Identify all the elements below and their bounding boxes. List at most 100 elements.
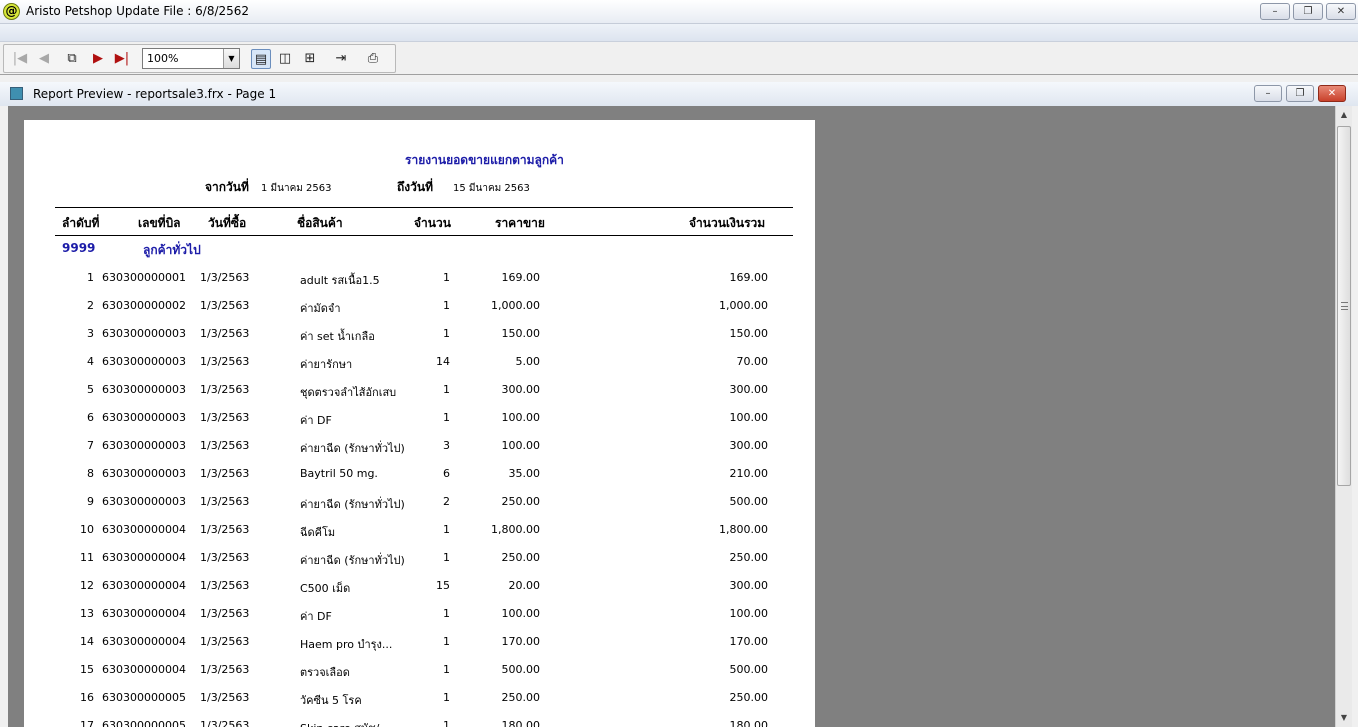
multi-page-icon[interactable]: ⊞ [300, 49, 320, 69]
row-price: 100.00 [501, 607, 541, 620]
header-top-rule [55, 207, 793, 208]
row-date: 1/3/2563 [200, 579, 250, 592]
row-date: 1/3/2563 [200, 523, 250, 536]
preview-canvas: รายงานยอดขายแยกตามลูกค้า จากวันที่ 1 มีน… [8, 106, 1335, 727]
exit-preview-icon[interactable]: ⇥ [331, 49, 351, 69]
row-date: 1/3/2563 [200, 663, 250, 676]
table-row: 17 630300000005 1/3/2563 Skin care สมัช/1 18… [24, 719, 815, 727]
row-price: 20.00 [508, 579, 541, 592]
row-seq: 8 [87, 467, 94, 480]
print-icon[interactable]: ⎙ [363, 49, 383, 69]
row-bill-no: 630300000004 [102, 635, 186, 648]
zoom-select[interactable]: 100% ▼ [142, 48, 240, 69]
preview-toolbar: |◀ ◀ ⧉ ▶ ▶| 100% ▼ ▤ ◫ ⊞ ⇥ ⎙ [0, 42, 1358, 75]
col-header-qty: จำนวน [414, 216, 451, 230]
row-bill-no: 630300000004 [102, 607, 186, 620]
table-row: 2 630300000002 1/3/2563 ค่ามัดจำ 1 1,000.00 1,… [24, 299, 815, 327]
row-seq: 4 [87, 355, 94, 368]
toolbar-group: |◀ ◀ ⧉ ▶ ▶| 100% ▼ ▤ ◫ ⊞ ⇥ ⎙ [3, 44, 396, 73]
row-product: ฉีดคีโม [300, 526, 336, 539]
row-product: ชุดตรวจลำไส้อักเสบ [300, 386, 397, 399]
row-date: 1/3/2563 [200, 327, 250, 340]
report-minimize-button[interactable]: – [1254, 85, 1282, 102]
row-total: 70.00 [736, 355, 769, 368]
restore-button[interactable]: ❐ [1293, 3, 1323, 20]
row-bill-no: 630300000003 [102, 467, 186, 480]
to-date-value: 15 มีนาคม 2563 [453, 183, 530, 194]
row-date: 1/3/2563 [200, 439, 250, 452]
row-qty: 15 [436, 579, 450, 592]
row-qty: 1 [443, 383, 450, 396]
table-row: 11 630300000004 1/3/2563 ค่ายาฉีด (รักษาทั่… [24, 551, 815, 579]
row-product: ค่ามัดจำ [300, 302, 341, 315]
zoom-value: 100% [147, 52, 179, 65]
report-restore-button[interactable]: ❐ [1286, 85, 1314, 102]
row-product: Baytril 50 mg. [300, 467, 378, 480]
row-qty: 1 [443, 299, 450, 312]
row-date: 1/3/2563 [200, 635, 250, 648]
row-product: ค่า DF [300, 610, 332, 623]
chevron-down-icon[interactable]: ▼ [223, 49, 239, 68]
row-qty: 1 [443, 327, 450, 340]
header-bottom-rule [55, 235, 793, 236]
scroll-down-icon[interactable]: ▼ [1337, 711, 1351, 725]
row-bill-no: 630300000003 [102, 355, 186, 368]
row-qty: 1 [443, 523, 450, 536]
grip-icon [1341, 302, 1348, 310]
row-total: 169.00 [729, 271, 769, 284]
row-seq: 7 [87, 439, 94, 452]
row-total: 500.00 [729, 663, 769, 676]
row-date: 1/3/2563 [200, 355, 250, 368]
report-window-title: Report Preview - reportsale3.frx - Page … [33, 87, 277, 101]
row-bill-no: 630300000003 [102, 383, 186, 396]
report-window-icon [10, 87, 23, 100]
row-product: Haem pro บำรุง... [300, 638, 393, 651]
row-total: 210.00 [729, 467, 769, 480]
minimize-button[interactable]: – [1260, 3, 1290, 20]
row-qty: 1 [443, 691, 450, 704]
first-page-icon[interactable]: |◀ [10, 49, 30, 69]
row-bill-no: 630300000002 [102, 299, 186, 312]
row-seq: 2 [87, 299, 94, 312]
app-title: Aristo Petshop Update File : 6/8/2562 [26, 4, 250, 18]
table-row: 6 630300000003 1/3/2563 ค่า DF 1 100.00 100.00 [24, 411, 815, 439]
row-date: 1/3/2563 [200, 411, 250, 424]
row-price: 500.00 [501, 663, 541, 676]
customer-code: 9999 [62, 241, 96, 255]
row-bill-no: 630300000003 [102, 327, 186, 340]
row-price: 250.00 [501, 551, 541, 564]
row-date: 1/3/2563 [200, 271, 250, 284]
two-page-icon[interactable]: ◫ [275, 49, 295, 69]
goto-page-icon[interactable]: ⧉ [62, 49, 82, 69]
row-qty: 1 [443, 411, 450, 424]
row-price: 300.00 [501, 383, 541, 396]
row-product: adult รสเนื้อ1.5 [300, 274, 380, 287]
col-header-bill: เลขที่บิล [138, 216, 181, 230]
row-price: 1,000.00 [491, 299, 540, 312]
row-price: 169.00 [501, 271, 541, 284]
row-total: 150.00 [729, 327, 769, 340]
row-date: 1/3/2563 [200, 691, 250, 704]
row-date: 1/3/2563 [200, 383, 250, 396]
one-page-icon[interactable]: ▤ [251, 49, 271, 69]
close-button[interactable]: ✕ [1326, 3, 1356, 20]
report-close-button[interactable]: ✕ [1318, 85, 1346, 102]
col-header-price: ราคาขาย [495, 216, 545, 230]
scroll-thumb[interactable] [1337, 126, 1351, 486]
row-bill-no: 630300000004 [102, 663, 186, 676]
row-product: ค่า DF [300, 414, 332, 427]
to-date-label: ถึงวันที่ [397, 180, 433, 194]
last-page-icon[interactable]: ▶| [112, 49, 132, 69]
row-date: 1/3/2563 [200, 551, 250, 564]
row-seq: 14 [80, 635, 94, 648]
row-seq: 15 [80, 663, 94, 676]
scroll-up-icon[interactable]: ▲ [1337, 108, 1351, 122]
row-seq: 12 [80, 579, 94, 592]
prev-page-icon[interactable]: ◀ [34, 49, 54, 69]
row-date: 1/3/2563 [200, 495, 250, 508]
next-page-icon[interactable]: ▶ [88, 49, 108, 69]
row-qty: 6 [443, 467, 450, 480]
table-row: 7 630300000003 1/3/2563 ค่ายาฉีด (รักษาทั่ว… [24, 439, 815, 467]
vertical-scrollbar[interactable]: ▲ ▼ [1335, 106, 1352, 727]
row-qty: 1 [443, 551, 450, 564]
